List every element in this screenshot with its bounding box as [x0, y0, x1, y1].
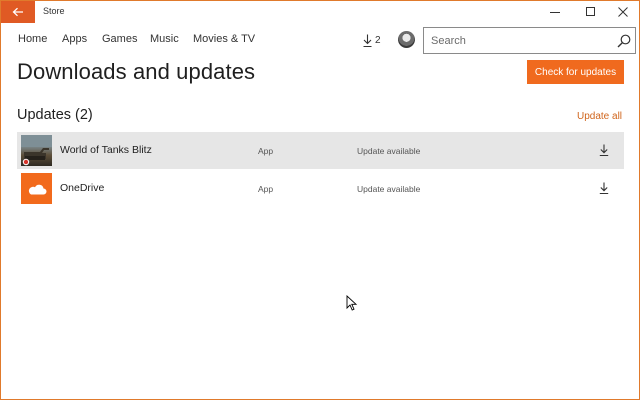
download-update-button[interactable] [597, 180, 611, 196]
onedrive-cloud-icon [21, 173, 52, 204]
nav-item-games[interactable]: Games [102, 33, 137, 45]
app-type: App [258, 146, 274, 156]
window-title: Store [43, 6, 65, 16]
update-row[interactable]: OneDrive App Update available [17, 170, 624, 207]
maximize-button[interactable] [573, 1, 609, 23]
user-avatar[interactable] [398, 31, 415, 48]
close-button[interactable] [605, 1, 639, 23]
title-bar: Store [1, 1, 639, 23]
download-icon [599, 144, 609, 156]
download-arrow-icon [363, 34, 372, 47]
maximize-icon [586, 7, 595, 16]
downloads-count: 2 [375, 34, 381, 46]
nav-item-home[interactable]: Home [18, 33, 47, 45]
search-button[interactable] [614, 31, 634, 50]
check-for-updates-button[interactable]: Check for updates [527, 60, 624, 84]
close-icon [618, 7, 628, 17]
tank-image-icon [21, 135, 52, 166]
update-row[interactable]: World of Tanks Blitz App Update availabl… [17, 132, 624, 169]
mouse-cursor-icon [346, 295, 358, 311]
search-input[interactable] [424, 28, 610, 53]
search-box [423, 27, 636, 54]
world-of-tanks-blitz-icon [21, 135, 52, 166]
app-name: World of Tanks Blitz [60, 144, 152, 156]
nav-item-movies-tv[interactable]: Movies & TV [193, 33, 255, 45]
page-title: Downloads and updates [17, 59, 256, 84]
download-icon [599, 182, 609, 194]
back-arrow-icon [12, 7, 23, 17]
update-status: Update available [357, 184, 421, 194]
store-window: Store Home Apps Games Music Movies & TV … [0, 0, 640, 400]
cloud-icon [28, 184, 46, 194]
nav-item-apps[interactable]: Apps [62, 33, 87, 45]
search-icon [617, 34, 631, 47]
update-all-link[interactable]: Update all [577, 111, 622, 122]
minimize-button[interactable] [537, 1, 573, 23]
nav-bar: Home Apps Games Music Movies & TV 2 [1, 25, 639, 57]
app-type: App [258, 184, 274, 194]
updates-section-title: Updates (2) [17, 107, 93, 123]
minimize-icon [550, 12, 560, 13]
back-button[interactable] [1, 1, 35, 23]
update-status: Update available [357, 146, 421, 156]
app-name: OneDrive [60, 182, 105, 194]
downloads-indicator[interactable]: 2 [363, 32, 381, 48]
download-update-button[interactable] [597, 142, 611, 158]
nav-item-music[interactable]: Music [150, 33, 179, 45]
